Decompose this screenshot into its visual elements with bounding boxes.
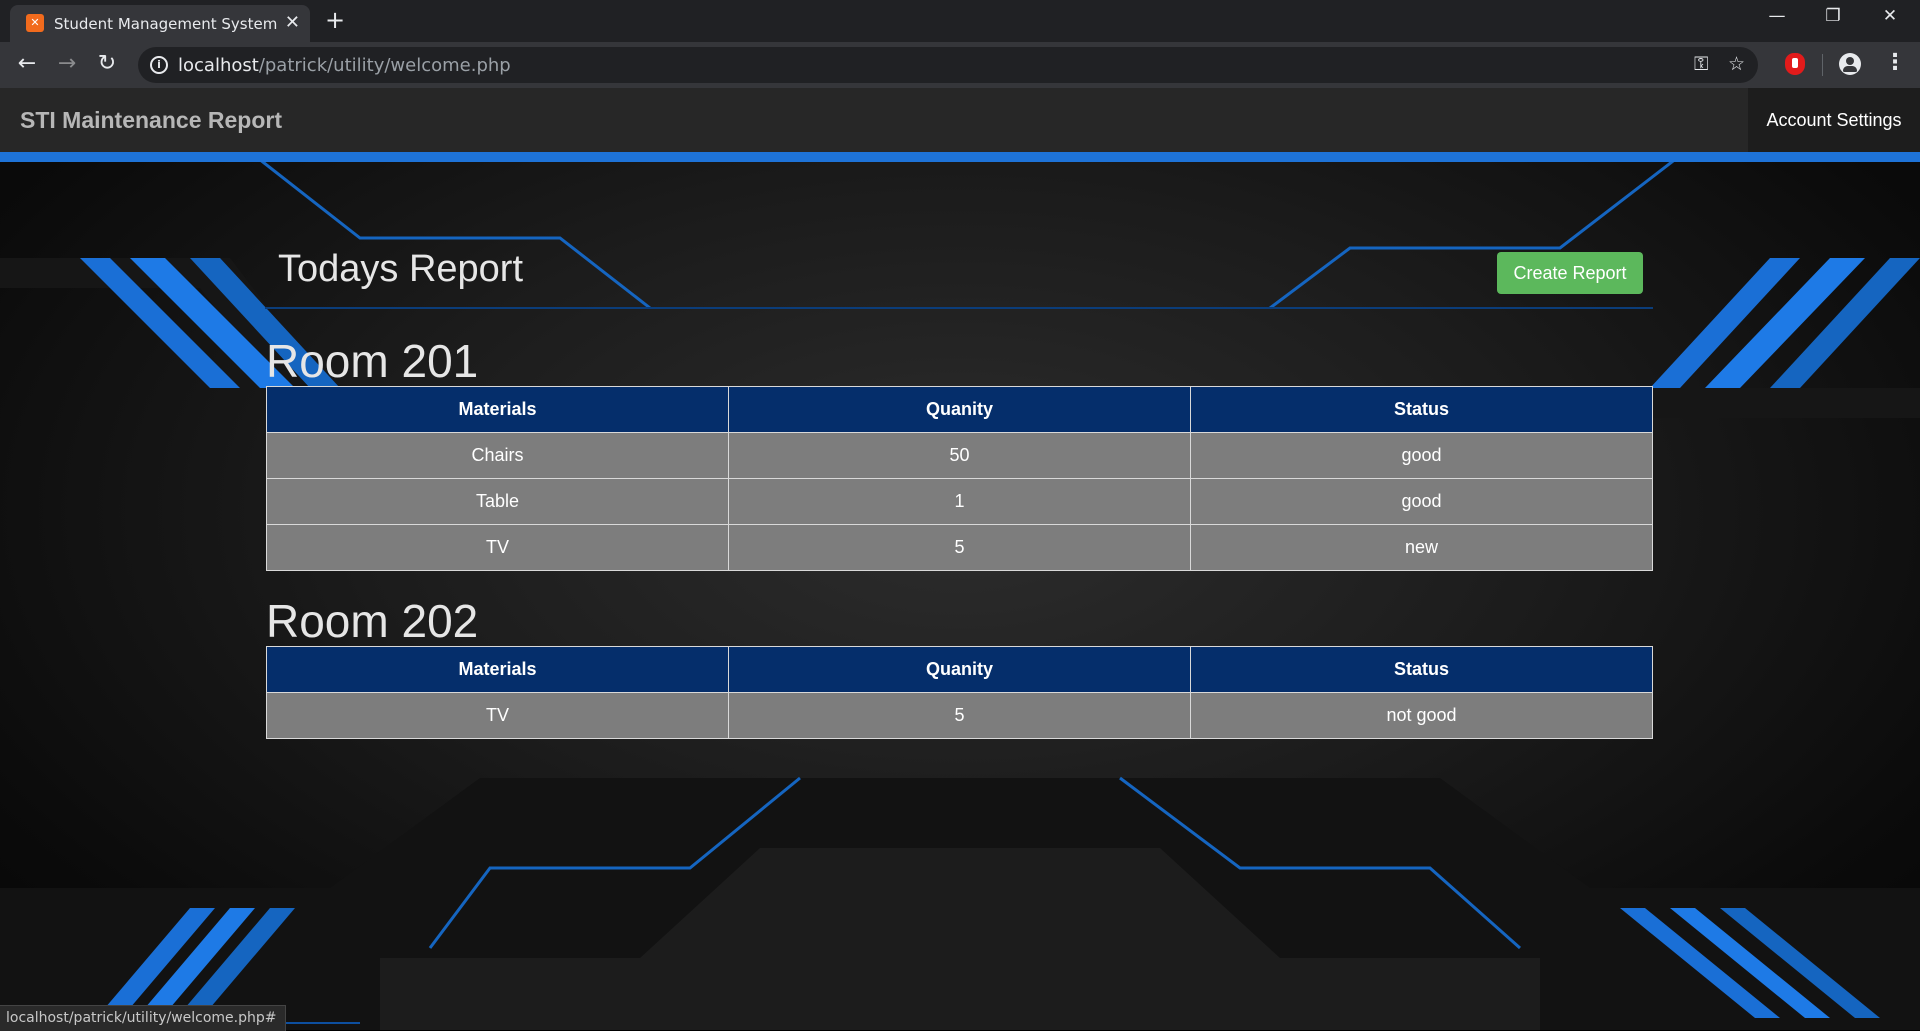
url-text: localhost/patrick/utility/welcome.php — [178, 55, 511, 76]
reload-icon[interactable]: ↻ — [93, 51, 121, 76]
column-header-materials: Materials — [266, 646, 729, 693]
account-settings-link[interactable]: Account Settings — [1748, 88, 1920, 152]
table-row: TV 5 new — [266, 524, 1653, 571]
cell-quantity: 1 — [728, 478, 1191, 525]
column-header-status: Status — [1190, 386, 1653, 433]
create-report-button[interactable]: Create Report — [1497, 252, 1643, 294]
cell-material: TV — [266, 524, 729, 571]
toolbar-divider — [1822, 54, 1823, 76]
menu-dots-icon[interactable]: ⋮ — [1884, 50, 1906, 75]
forward-icon[interactable]: → — [53, 51, 81, 76]
brand-title[interactable]: STI Maintenance Report — [20, 107, 282, 134]
key-icon[interactable]: ⚿ — [1694, 53, 1708, 75]
status-bar-url: localhost/patrick/utility/welcome.php# — [0, 1005, 286, 1031]
new-tab-icon[interactable]: + — [325, 6, 345, 34]
column-header-status: Status — [1190, 646, 1653, 693]
column-header-quantity: Quanity — [728, 386, 1191, 433]
star-icon[interactable]: ☆ — [1728, 53, 1745, 75]
room-title: Room 201 — [266, 335, 479, 387]
room-report-table: Materials Quanity Status TV 5 not good — [266, 646, 1653, 739]
cell-quantity: 5 — [728, 692, 1191, 739]
table-header-row: Materials Quanity Status — [266, 646, 1653, 693]
site-info-icon[interactable]: i — [150, 56, 168, 74]
tab-title: Student Management System — [54, 15, 278, 33]
table-row: Chairs 50 good — [266, 432, 1653, 479]
cell-status: new — [1190, 524, 1653, 571]
cell-quantity: 50 — [728, 432, 1191, 479]
browser-titlebar: ✕ Student Management System ✕ + — ❐ ✕ — [0, 0, 1920, 42]
back-icon[interactable]: ← — [13, 51, 41, 76]
cell-material: Chairs — [266, 432, 729, 479]
page-content: STI Maintenance Report Account Settings … — [0, 88, 1920, 1030]
table-header-row: Materials Quanity Status — [266, 386, 1653, 433]
minimize-icon[interactable]: — — [1757, 6, 1797, 26]
column-header-materials: Materials — [266, 386, 729, 433]
table-row: Table 1 good — [266, 478, 1653, 525]
address-bar[interactable]: i localhost/patrick/utility/welcome.php … — [138, 47, 1758, 83]
close-window-icon[interactable]: ✕ — [1870, 6, 1910, 26]
room-title: Room 202 — [266, 595, 479, 647]
cell-status: not good — [1190, 692, 1653, 739]
top-navbar: STI Maintenance Report Account Settings — [0, 88, 1920, 162]
column-header-quantity: Quanity — [728, 646, 1191, 693]
browser-tab[interactable]: ✕ Student Management System ✕ — [10, 5, 310, 42]
browser-toolbar: ← → ↻ i localhost/patrick/utility/welcom… — [0, 42, 1920, 88]
heading-divider — [265, 307, 1653, 309]
table-row: TV 5 not good — [266, 692, 1653, 739]
cell-material: TV — [266, 692, 729, 739]
close-tab-icon[interactable]: ✕ — [285, 12, 300, 33]
cell-material: Table — [266, 478, 729, 525]
room-report-table: Materials Quanity Status Chairs 50 good … — [266, 386, 1653, 571]
page-title: Todays Report — [278, 248, 524, 290]
profile-icon[interactable] — [1839, 53, 1861, 75]
url-path: /patrick/utility/welcome.php — [258, 55, 511, 76]
cell-status: good — [1190, 432, 1653, 479]
url-host: localhost — [178, 55, 259, 76]
cell-status: good — [1190, 478, 1653, 525]
extension-icon[interactable] — [1785, 53, 1805, 75]
xampp-icon: ✕ — [26, 14, 44, 32]
restore-icon[interactable]: ❐ — [1813, 6, 1853, 26]
cell-quantity: 5 — [728, 524, 1191, 571]
